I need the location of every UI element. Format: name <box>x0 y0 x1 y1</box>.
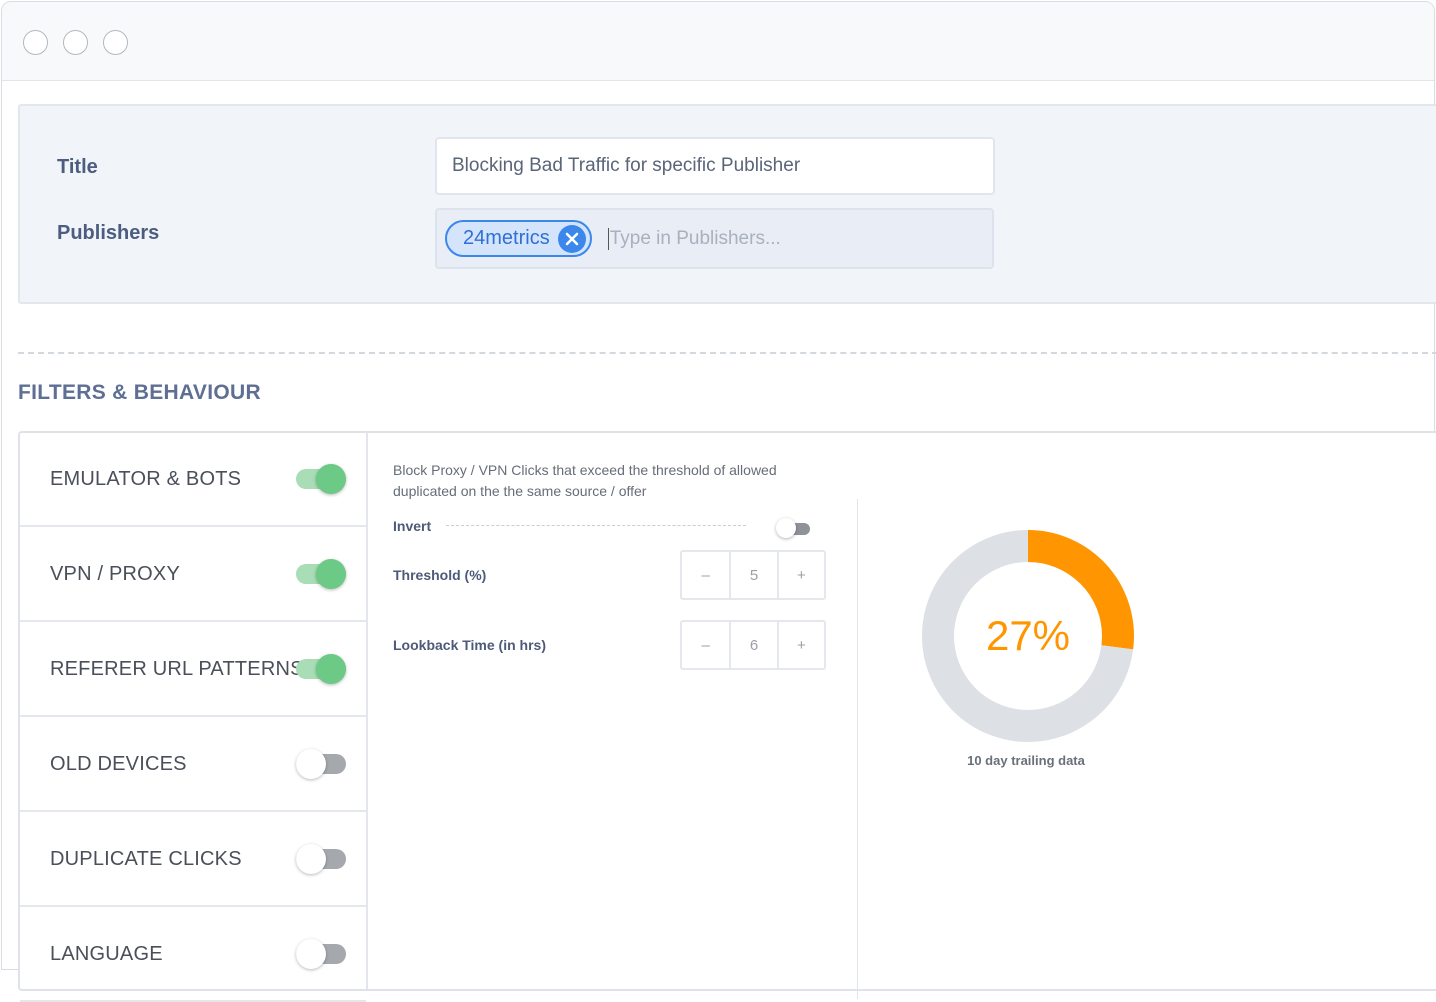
title-input-value: Blocking Bad Traffic for specific Publis… <box>452 155 801 176</box>
window-titlebar <box>2 2 1434 81</box>
filter-description: Block Proxy / VPN Clicks that exceed the… <box>393 462 777 499</box>
invert-leader-line <box>446 525 746 526</box>
threshold-increment-button[interactable]: + <box>776 552 824 598</box>
threshold-decrement-button[interactable]: – <box>682 552 729 598</box>
filter-label: EMULATOR & BOTS <box>50 467 242 490</box>
filter-row-vpn-proxy[interactable]: VPN / PROXY <box>20 528 366 622</box>
filter-row-language[interactable]: LANGUAGE <box>20 908 366 1002</box>
filter-label: OLD DEVICES <box>50 752 187 775</box>
lookback-stepper: – 6 + <box>680 620 826 670</box>
filter-label: VPN / PROXY <box>50 562 181 585</box>
filters-panel: EMULATOR & BOTS VPN / PROXY REFERER URL … <box>18 431 1436 1002</box>
maximize-window-button[interactable] <box>103 30 128 55</box>
rule-settings-panel: Title Blocking Bad Traffic for specific … <box>18 104 1436 304</box>
filter-label: DUPLICATE CLICKS <box>50 847 242 870</box>
invert-toggle[interactable] <box>776 517 812 539</box>
lookback-decrement-button[interactable]: – <box>682 622 729 668</box>
filter-label: LANGUAGE <box>50 942 163 965</box>
lookback-increment-button[interactable]: + <box>776 622 824 668</box>
remove-chip-icon[interactable] <box>557 224 586 253</box>
publishers-label: Publishers <box>57 222 160 244</box>
detail-divider <box>857 499 858 999</box>
title-label: Title <box>57 156 98 178</box>
referer-url-patterns-toggle[interactable] <box>296 651 346 687</box>
trailing-data-donut-chart: 27% <box>922 530 1134 742</box>
section-divider <box>18 352 1436 354</box>
filter-label: REFERER URL PATTERNS <box>50 657 304 680</box>
donut-center-label: 27% <box>986 612 1070 659</box>
filter-list: EMULATOR & BOTS VPN / PROXY REFERER URL … <box>20 433 368 1002</box>
filter-row-old-devices[interactable]: OLD DEVICES <box>20 718 366 812</box>
close-window-button[interactable] <box>23 30 48 55</box>
threshold-label: Threshold (%) <box>393 567 487 583</box>
publisher-chip: 24metrics <box>445 220 592 257</box>
minimize-window-button[interactable] <box>63 30 88 55</box>
filter-row-emulator-bots[interactable]: EMULATOR & BOTS <box>20 433 366 527</box>
vpn-proxy-toggle[interactable] <box>296 556 346 592</box>
section-title: FILTERS & BEHAVIOUR <box>18 381 261 404</box>
title-input[interactable]: Blocking Bad Traffic for specific Publis… <box>435 137 995 195</box>
filter-row-referer-url-patterns[interactable]: REFERER URL PATTERNS <box>20 623 366 717</box>
text-cursor <box>607 227 609 250</box>
donut-caption: 10 day trailing data <box>967 753 1085 768</box>
emulator-bots-toggle[interactable] <box>296 461 346 497</box>
threshold-value[interactable]: 5 <box>729 552 776 598</box>
duplicate-clicks-toggle[interactable] <box>296 841 346 877</box>
old-devices-toggle[interactable] <box>296 746 346 782</box>
language-toggle[interactable] <box>296 936 346 972</box>
lookback-value[interactable]: 6 <box>729 622 776 668</box>
threshold-stepper: – 5 + <box>680 550 826 600</box>
lookback-label: Lookback Time (in hrs) <box>393 637 546 653</box>
publishers-placeholder: Type in Publishers... <box>609 227 781 249</box>
filter-row-duplicate-clicks[interactable]: DUPLICATE CLICKS <box>20 813 366 907</box>
publisher-chip-label: 24metrics <box>463 227 550 249</box>
invert-label: Invert <box>393 518 432 534</box>
publishers-input[interactable]: 24metrics Type in Publishers... <box>435 208 994 269</box>
